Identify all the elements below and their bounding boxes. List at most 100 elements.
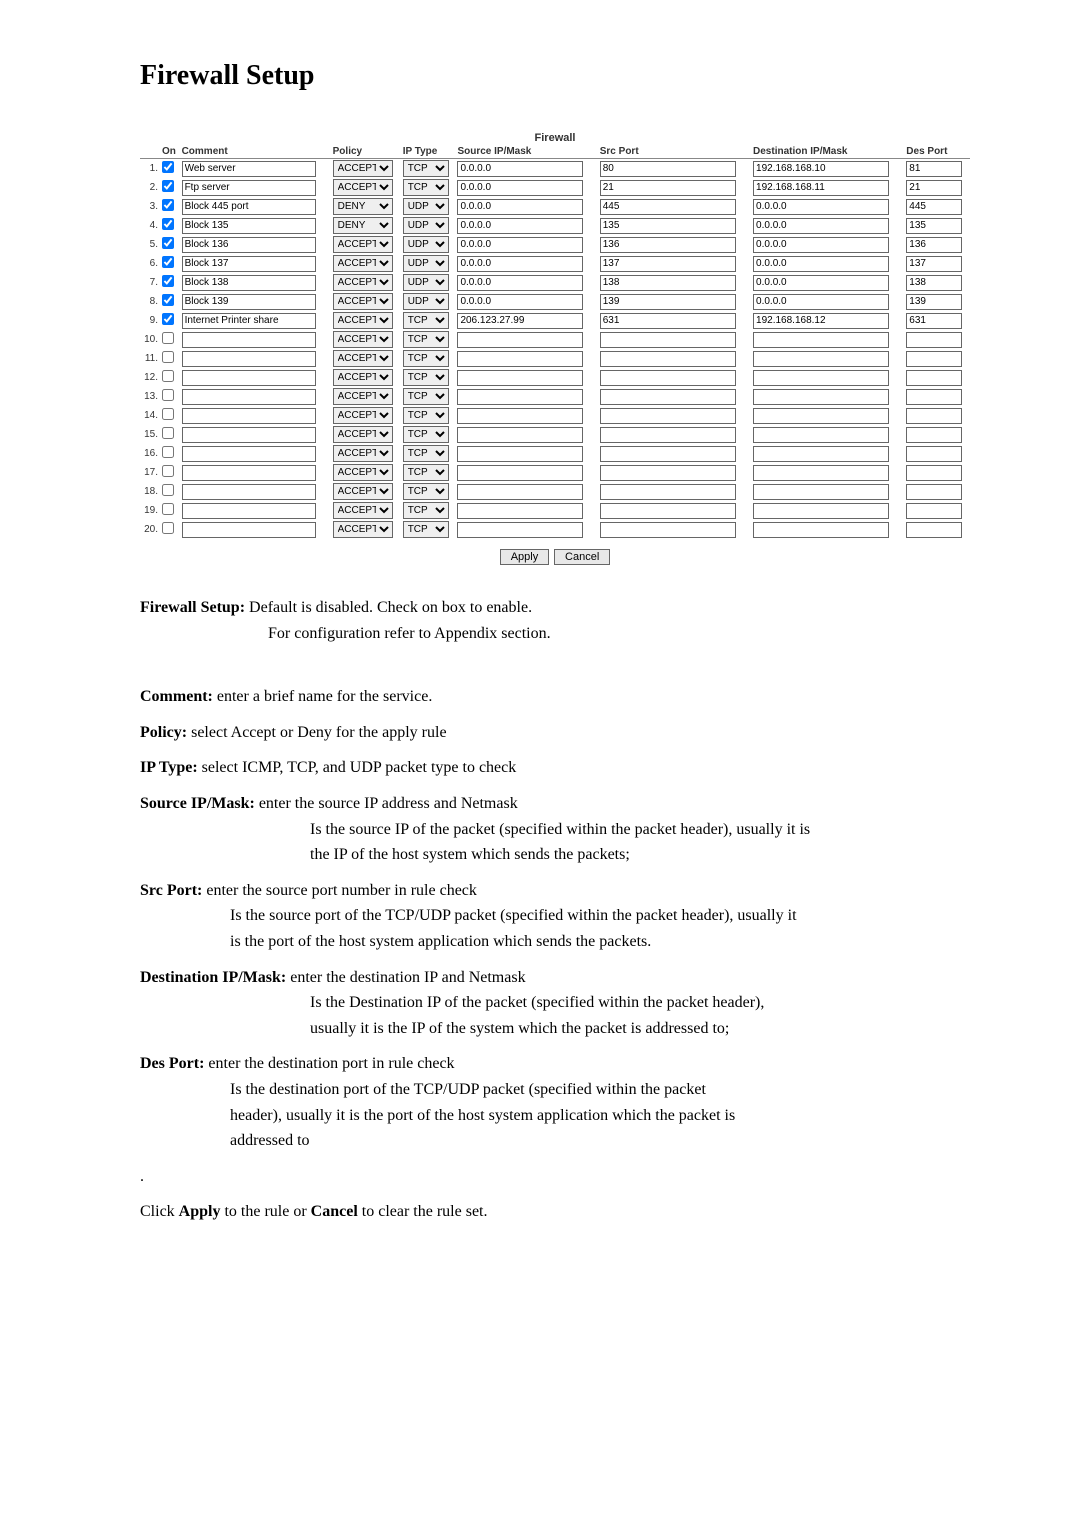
enable-checkbox[interactable]: [162, 389, 174, 401]
destination-ip-input[interactable]: [753, 484, 889, 500]
source-port-input[interactable]: [600, 522, 736, 538]
destination-port-input[interactable]: [906, 237, 962, 253]
destination-ip-input[interactable]: [753, 522, 889, 538]
destination-ip-input[interactable]: [753, 446, 889, 462]
source-ip-input[interactable]: [457, 389, 583, 405]
enable-checkbox[interactable]: [162, 237, 174, 249]
destination-port-input[interactable]: [906, 332, 962, 348]
destination-ip-input[interactable]: [753, 180, 889, 196]
policy-select[interactable]: ACCEPT: [333, 426, 393, 443]
enable-checkbox[interactable]: [162, 275, 174, 287]
policy-select[interactable]: ACCEPT: [333, 312, 393, 329]
destination-port-input[interactable]: [906, 199, 962, 215]
comment-input[interactable]: [182, 522, 316, 538]
enable-checkbox[interactable]: [162, 465, 174, 477]
source-ip-input[interactable]: [457, 294, 583, 310]
policy-select[interactable]: ACCEPT: [333, 464, 393, 481]
source-port-input[interactable]: [600, 161, 736, 177]
iptype-select[interactable]: TCP: [403, 160, 449, 177]
policy-select[interactable]: DENY: [333, 198, 393, 215]
policy-select[interactable]: ACCEPT: [333, 407, 393, 424]
enable-checkbox[interactable]: [162, 522, 174, 534]
source-ip-input[interactable]: [457, 351, 583, 367]
policy-select[interactable]: ACCEPT: [333, 160, 393, 177]
policy-select[interactable]: ACCEPT: [333, 236, 393, 253]
source-ip-input[interactable]: [457, 427, 583, 443]
comment-input[interactable]: [182, 256, 316, 272]
source-port-input[interactable]: [600, 503, 736, 519]
destination-ip-input[interactable]: [753, 427, 889, 443]
policy-select[interactable]: ACCEPT: [333, 521, 393, 538]
destination-ip-input[interactable]: [753, 161, 889, 177]
enable-checkbox[interactable]: [162, 161, 174, 173]
source-port-input[interactable]: [600, 484, 736, 500]
comment-input[interactable]: [182, 408, 316, 424]
iptype-select[interactable]: TCP: [403, 331, 449, 348]
enable-checkbox[interactable]: [162, 332, 174, 344]
enable-checkbox[interactable]: [162, 370, 174, 382]
source-port-input[interactable]: [600, 199, 736, 215]
comment-input[interactable]: [182, 389, 316, 405]
iptype-select[interactable]: UDP: [403, 217, 449, 234]
policy-select[interactable]: ACCEPT: [333, 483, 393, 500]
source-ip-input[interactable]: [457, 370, 583, 386]
enable-checkbox[interactable]: [162, 427, 174, 439]
enable-checkbox[interactable]: [162, 313, 174, 325]
comment-input[interactable]: [182, 503, 316, 519]
source-ip-input[interactable]: [457, 503, 583, 519]
destination-ip-input[interactable]: [753, 256, 889, 272]
source-port-input[interactable]: [600, 294, 736, 310]
enable-checkbox[interactable]: [162, 218, 174, 230]
enable-checkbox[interactable]: [162, 294, 174, 306]
source-port-input[interactable]: [600, 370, 736, 386]
destination-port-input[interactable]: [906, 313, 962, 329]
source-port-input[interactable]: [600, 427, 736, 443]
iptype-select[interactable]: UDP: [403, 198, 449, 215]
source-ip-input[interactable]: [457, 161, 583, 177]
destination-port-input[interactable]: [906, 218, 962, 234]
enable-checkbox[interactable]: [162, 446, 174, 458]
destination-ip-input[interactable]: [753, 503, 889, 519]
source-ip-input[interactable]: [457, 199, 583, 215]
policy-select[interactable]: ACCEPT: [333, 255, 393, 272]
comment-input[interactable]: [182, 370, 316, 386]
policy-select[interactable]: ACCEPT: [333, 369, 393, 386]
comment-input[interactable]: [182, 465, 316, 481]
enable-checkbox[interactable]: [162, 180, 174, 192]
source-ip-input[interactable]: [457, 408, 583, 424]
policy-select[interactable]: ACCEPT: [333, 502, 393, 519]
comment-input[interactable]: [182, 237, 316, 253]
comment-input[interactable]: [182, 313, 316, 329]
comment-input[interactable]: [182, 180, 316, 196]
source-port-input[interactable]: [600, 256, 736, 272]
policy-select[interactable]: ACCEPT: [333, 445, 393, 462]
comment-input[interactable]: [182, 161, 316, 177]
comment-input[interactable]: [182, 199, 316, 215]
comment-input[interactable]: [182, 275, 316, 291]
destination-port-input[interactable]: [906, 446, 962, 462]
source-ip-input[interactable]: [457, 256, 583, 272]
comment-input[interactable]: [182, 446, 316, 462]
destination-port-input[interactable]: [906, 503, 962, 519]
policy-select[interactable]: ACCEPT: [333, 274, 393, 291]
destination-port-input[interactable]: [906, 370, 962, 386]
enable-checkbox[interactable]: [162, 503, 174, 515]
policy-select[interactable]: ACCEPT: [333, 331, 393, 348]
destination-ip-input[interactable]: [753, 351, 889, 367]
destination-ip-input[interactable]: [753, 370, 889, 386]
source-ip-input[interactable]: [457, 446, 583, 462]
destination-port-input[interactable]: [906, 465, 962, 481]
source-ip-input[interactable]: [457, 275, 583, 291]
iptype-select[interactable]: TCP: [403, 502, 449, 519]
destination-ip-input[interactable]: [753, 332, 889, 348]
destination-ip-input[interactable]: [753, 294, 889, 310]
source-port-input[interactable]: [600, 180, 736, 196]
policy-select[interactable]: DENY: [333, 217, 393, 234]
destination-ip-input[interactable]: [753, 313, 889, 329]
enable-checkbox[interactable]: [162, 256, 174, 268]
enable-checkbox[interactable]: [162, 408, 174, 420]
iptype-select[interactable]: TCP: [403, 407, 449, 424]
source-ip-input[interactable]: [457, 218, 583, 234]
destination-ip-input[interactable]: [753, 275, 889, 291]
iptype-select[interactable]: UDP: [403, 274, 449, 291]
